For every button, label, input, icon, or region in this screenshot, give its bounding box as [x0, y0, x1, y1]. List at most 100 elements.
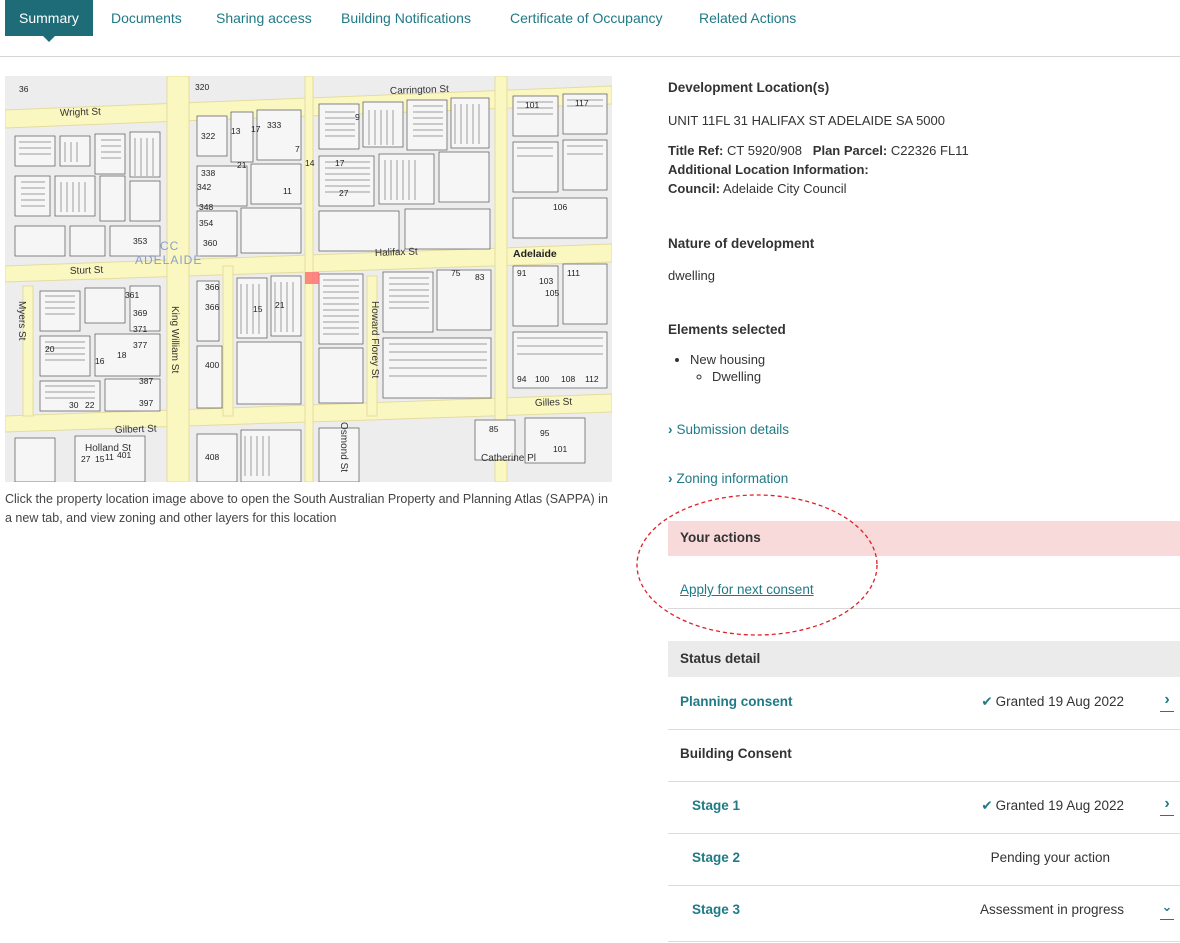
tab-related-actions[interactable]: Related Actions [699, 0, 796, 36]
stage-row[interactable]: Stage 1 ✔ Granted 19 Aug 2022 › [668, 781, 1180, 834]
zoning-information-label: Zoning information [676, 471, 789, 486]
sub-element-label: Dwelling [712, 369, 762, 384]
map-lot-number: 14 [305, 158, 315, 168]
element-label: New housing [690, 352, 766, 367]
map-lot-number: 100 [535, 374, 549, 384]
map-lot-number: 7 [295, 144, 300, 154]
status-detail-header: Status detail [668, 641, 1180, 677]
map-lot-number: 408 [205, 452, 219, 462]
map-lot-number: 103 [539, 276, 553, 286]
check-icon: ✔ [981, 694, 993, 709]
map-lot-number: 371 [133, 324, 147, 334]
elements-list: New housing Dwelling [668, 351, 765, 385]
stage-3-status: Assessment in progress [979, 902, 1124, 917]
map-lot-number: 21 [275, 300, 285, 310]
check-icon: ✔ [981, 798, 993, 813]
planning-consent-label: Planning consent [680, 694, 793, 709]
stage-1-status-text: Granted 19 Aug 2022 [995, 798, 1124, 813]
map-lot-number: 101 [525, 100, 539, 110]
map-lot-number: 9 [355, 112, 360, 122]
plan-parcel-label: Plan Parcel: [812, 143, 888, 158]
address: UNIT 11FL 31 HALIFAX ST ADELAIDE SA 5000 [668, 113, 945, 128]
map-label-halifax-st: Halifax St [375, 247, 418, 259]
chevron-right-icon[interactable]: › [1160, 691, 1174, 712]
map-lot-number: 13 [231, 126, 241, 136]
tab-sharing-access[interactable]: Sharing access [216, 0, 312, 36]
map-lot-number: 322 [201, 131, 215, 141]
highlight-callout [636, 494, 878, 636]
map-lot-number: 342 [197, 182, 211, 192]
map-lot-number: 75 [451, 268, 461, 278]
title-ref-line: Title Ref: CT 5920/908 Plan Parcel: C223… [668, 143, 969, 158]
submission-details-toggle[interactable]: › Submission details [668, 422, 789, 437]
map-label-gilles-st: Gilles St [535, 397, 573, 409]
map-lot-number: 11 [105, 452, 114, 462]
map-lot-number: 353 [133, 236, 147, 246]
council-line: Council: Adelaide City Council [668, 181, 846, 196]
map-label-carrington-st: Carrington St [390, 84, 449, 97]
map-lot-number: 85 [489, 424, 499, 434]
map-lot-number: 320 [195, 82, 209, 92]
map-lot-number: 30 [69, 400, 79, 410]
map-lot-number: 401 [117, 450, 131, 460]
map-lot-number: 400 [205, 360, 219, 370]
map-lot-number: 83 [475, 272, 485, 282]
map-lot-number: 338 [201, 168, 215, 178]
tab-certificate-of-occupancy[interactable]: Certificate of Occupancy [510, 0, 663, 36]
planning-consent-status-text: Granted 19 Aug 2022 [995, 694, 1124, 709]
sub-element-item: Dwelling [712, 368, 765, 385]
map-lot-number: 11 [283, 186, 292, 196]
stage-row[interactable]: Stage 3 Assessment in progress ⌄ [668, 885, 1180, 942]
title-ref-label: Title Ref: [668, 143, 724, 158]
map-label-adelaide-area: ADELAIDE [135, 253, 202, 267]
element-item: New housing Dwelling [690, 351, 765, 385]
plan-parcel-value: C22326 FL11 [890, 143, 969, 158]
map-lot-number: 27 [81, 454, 91, 464]
map-label-adelaide: Adelaide [513, 248, 557, 260]
stage-2-status: Pending your action [990, 850, 1110, 865]
submission-details-label: Submission details [676, 422, 790, 437]
map-lot-number: 397 [139, 398, 153, 408]
stage-row[interactable]: Stage 2 Pending your action [668, 833, 1180, 886]
map-lot-number: 27 [339, 188, 349, 198]
property-location-map[interactable]: Wright St Carrington St Halifax St Sturt… [5, 76, 612, 482]
map-lot-number: 91 [517, 268, 527, 278]
tab-documents[interactable]: Documents [111, 0, 182, 36]
map-lot-number: 369 [133, 308, 147, 318]
map-lot-number: 15 [253, 304, 263, 314]
map-lot-number: 354 [199, 218, 213, 228]
map-lot-number: 94 [517, 374, 527, 384]
map-lot-number: 108 [561, 374, 575, 384]
map-lot-number: 361 [125, 290, 139, 300]
additional-location-label: Additional Location Information: [668, 162, 869, 177]
chevron-down-icon[interactable]: ⌄ [1160, 899, 1174, 920]
tab-building-notifications[interactable]: Building Notifications [341, 0, 471, 36]
building-consent-label: Building Consent [680, 746, 792, 761]
map-lot-number: 112 [585, 374, 599, 384]
map-label-catherine-pl: Catherine Pl [481, 453, 536, 464]
building-consent-row: Building Consent [668, 729, 1180, 782]
development-location-heading: Development Location(s) [668, 80, 830, 95]
map-lot-number: 360 [203, 238, 217, 248]
council-label: Council: [668, 181, 720, 196]
title-ref-value: CT 5920/908 [727, 143, 802, 158]
map-lot-number: 111 [567, 268, 580, 278]
planning-consent-row[interactable]: Planning consent ✔ Granted 19 Aug 2022 › [668, 677, 1180, 730]
map-lot-number: 17 [251, 124, 261, 134]
map-lot-number: 18 [117, 350, 127, 360]
map-lot-number: 333 [267, 120, 281, 130]
stage-2-label: Stage 2 [692, 850, 741, 865]
map-label-cc: CC [160, 239, 179, 253]
map-label-myers-st: Myers St [16, 301, 27, 341]
tab-summary[interactable]: Summary [5, 0, 93, 42]
chevron-right-icon[interactable]: › [1160, 795, 1174, 816]
zoning-information-toggle[interactable]: › Zoning information [668, 471, 788, 486]
stage-1-status: ✔ Granted 19 Aug 2022 [981, 798, 1124, 814]
map-lot-number: 101 [553, 444, 567, 454]
chevron-right-icon: › [668, 422, 673, 437]
stage-1-label: Stage 1 [692, 798, 741, 813]
map-lot-number: 15 [95, 454, 105, 464]
map-label-gilbert-st: Gilbert St [115, 424, 157, 436]
map-label-wright-st: Wright St [60, 107, 102, 119]
map-lot-number: 36 [19, 84, 29, 94]
